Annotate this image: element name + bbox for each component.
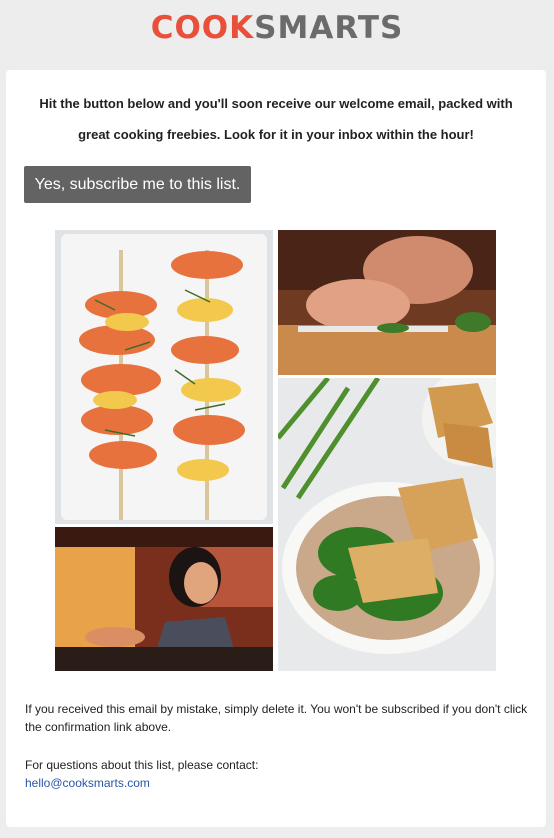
noodle-bowl-photo [278, 378, 496, 671]
mistake-note: If you received this email by mistake, s… [25, 702, 528, 734]
contact-label: For questions about this list, please co… [25, 758, 259, 772]
contact-email-link[interactable]: hello@cooksmarts.com [25, 774, 530, 792]
chef-photo [55, 527, 273, 671]
skewers-photo [55, 230, 273, 524]
subscribe-button[interactable]: Yes, subscribe me to this list. [24, 166, 251, 203]
contact-block: For questions about this list, please co… [25, 756, 530, 792]
logo-cook-text: COOK [150, 10, 255, 46]
chopping-photo [278, 230, 496, 375]
cooksmarts-logo[interactable]: COOKSMARTS [0, 13, 554, 44]
email-card: Hit the button below and you'll soon rec… [6, 70, 546, 827]
logo-smarts-text: SMARTS [254, 10, 404, 46]
intro-text: Hit the button below and you'll soon rec… [39, 96, 513, 142]
email-header: COOKSMARTS [0, 0, 554, 70]
